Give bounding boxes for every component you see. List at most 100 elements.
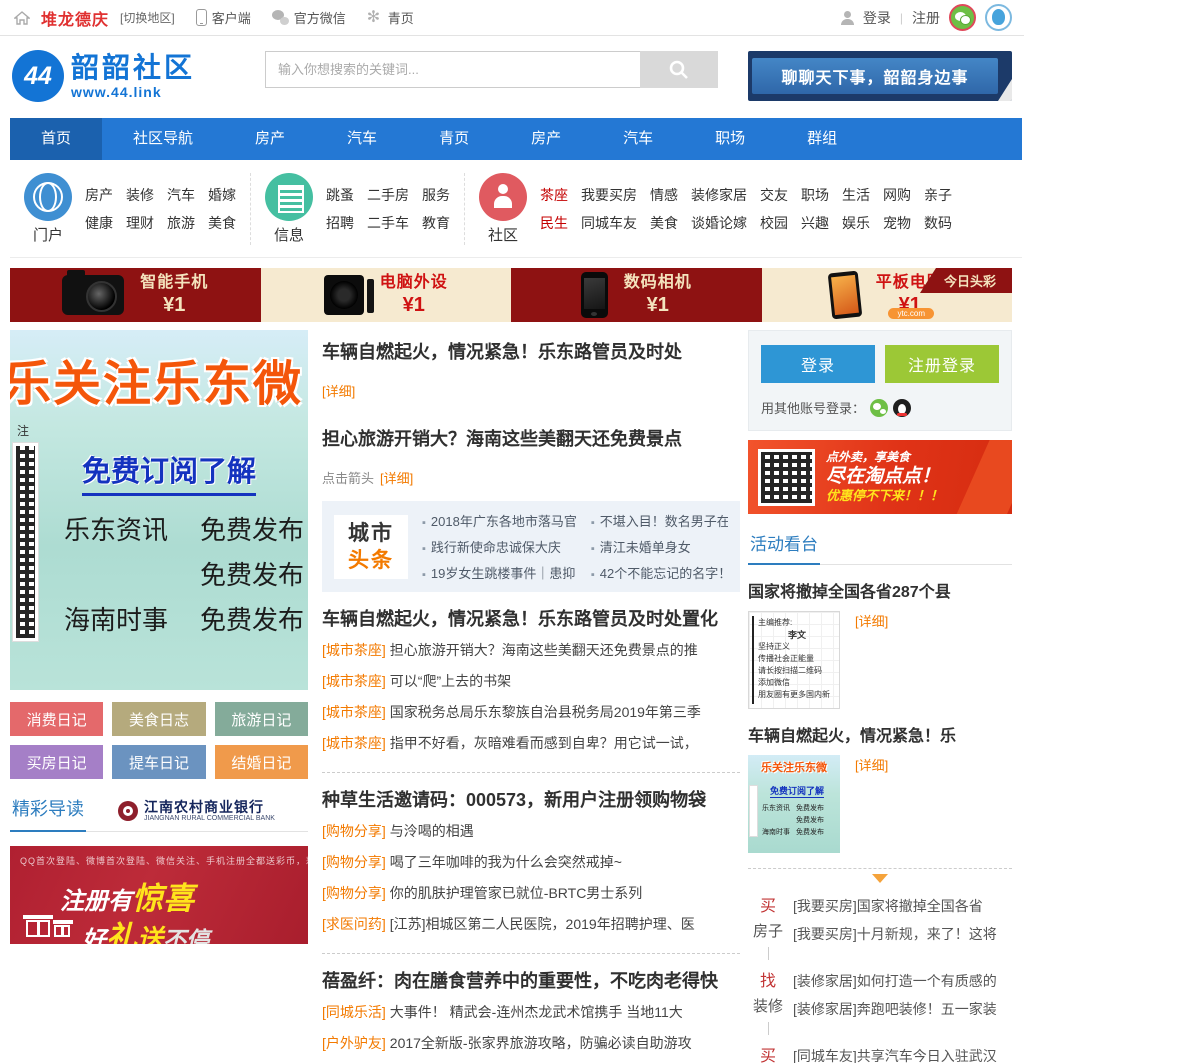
- detail-link-1[interactable]: [详细]: [322, 381, 740, 400]
- portal-link-房产[interactable]: 房产: [85, 185, 113, 205]
- portal-link-汽车[interactable]: 汽车: [167, 185, 195, 205]
- section-headline[interactable]: 种草生活邀请码：000573，新用户注册领购物袋: [322, 786, 740, 812]
- nav-item-6[interactable]: 汽车: [592, 118, 684, 160]
- login-button[interactable]: 登录: [761, 345, 875, 383]
- article-link[interactable]: [购物分享]喝了三年咖啡的我为什么会突然戒掉~: [322, 847, 740, 878]
- header-banner-ad[interactable]: 聊聊天下事，韶韶身边事: [748, 51, 1012, 101]
- portal-link-娱乐[interactable]: 娱乐: [842, 213, 870, 233]
- portal-link-交友[interactable]: 交友: [760, 185, 788, 205]
- search-button[interactable]: [640, 51, 718, 88]
- wechat-login-icon[interactable]: [949, 4, 976, 31]
- detail-link[interactable]: [详细]: [855, 755, 888, 853]
- headline-link[interactable]: 19岁女生跳楼事件｜患抑: [422, 563, 577, 582]
- register-link[interactable]: 注册: [912, 8, 940, 28]
- nav-item-5[interactable]: 房产: [500, 118, 592, 160]
- takeout-qr-ad[interactable]: 点外卖，享美食 尽在淘点点！ 优惠停不下来！！！: [748, 440, 1012, 514]
- tag-提车日记[interactable]: 提车日记: [112, 745, 205, 779]
- product-segment-1[interactable]: 电脑外设¥1: [261, 268, 512, 322]
- headline-link[interactable]: 不堪入目！数名男子在女: [591, 511, 728, 530]
- portal-link-谈婚论嫁[interactable]: 谈婚论嫁: [691, 213, 747, 233]
- article-link[interactable]: [购物分享]与泠喝的相遇: [322, 816, 740, 847]
- portal-link-健康[interactable]: 健康: [85, 213, 113, 233]
- tag-旅游日记[interactable]: 旅游日记: [215, 702, 308, 736]
- home-icon[interactable]: [14, 10, 30, 26]
- article-link[interactable]: [同城车友]共享汽车今日入驻武汉: [793, 1042, 1012, 1063]
- top-headline-1[interactable]: 车辆自燃起火，情况紧急！乐东路管员及时处: [322, 338, 740, 364]
- tag-消费日记[interactable]: 消费日记: [10, 702, 103, 736]
- portal-link-招聘[interactable]: 招聘: [326, 213, 354, 233]
- portal-link-校园[interactable]: 校园: [760, 213, 788, 233]
- article-link[interactable]: [城市茶座]可以“爬”上去的书架: [322, 666, 740, 697]
- wechat-mini-icon[interactable]: [870, 399, 888, 417]
- current-city[interactable]: 堆龙德庆: [41, 6, 109, 30]
- section-headline[interactable]: 车辆自燃起火，情况紧急！乐东路管员及时处置化: [322, 605, 740, 631]
- nav-item-3[interactable]: 汽车: [316, 118, 408, 160]
- article-link[interactable]: [我要买房]国家将撤掉全国各省: [793, 892, 1012, 920]
- article-link[interactable]: [同城乐活]大事件！ 精武会-连州杰龙武术馆携手 当地11大: [322, 997, 740, 1028]
- portal-link-二手车[interactable]: 二手车: [367, 213, 409, 233]
- article-link[interactable]: [户外驴友]2017全新版-张家界旅游攻略，防骗必读自助游攻: [322, 1028, 740, 1059]
- nav-item-7[interactable]: 职场: [684, 118, 776, 160]
- highlights-title[interactable]: 精彩导读: [10, 795, 86, 832]
- portal-link-同城车友[interactable]: 同城车友: [581, 213, 637, 233]
- portal-link-宠物[interactable]: 宠物: [883, 213, 911, 233]
- portal-link-跳蚤[interactable]: 跳蚤: [326, 185, 354, 205]
- portal-link-生活[interactable]: 生活: [842, 185, 870, 205]
- portal-link-旅游[interactable]: 旅游: [167, 213, 195, 233]
- tag-买房日记[interactable]: 买房日记: [10, 745, 103, 779]
- section-headline[interactable]: 蓓盈纤：肉在膳食营养中的重要性，不吃肉老得快: [322, 967, 740, 993]
- portal-link-装修[interactable]: 装修: [126, 185, 154, 205]
- portal-link-茶座[interactable]: 茶座: [540, 185, 568, 205]
- tag-结婚日记[interactable]: 结婚日记: [215, 745, 308, 779]
- nav-item-4[interactable]: 青页: [408, 118, 500, 160]
- portal-link-兴趣[interactable]: 兴趣: [801, 213, 829, 233]
- nav-item-1[interactable]: 社区导航: [102, 118, 224, 160]
- bank-logo-link[interactable]: 江南农村商业银行 JIANGNAN RURAL COMMERCIAL BANK: [118, 800, 275, 823]
- detail-link-2[interactable]: [详细]: [380, 468, 413, 487]
- article-link[interactable]: [城市茶座]国家税务总局乐东黎族自治县税务局2019年第三季: [322, 697, 740, 728]
- portal-link-美食[interactable]: 美食: [208, 213, 236, 233]
- article-link[interactable]: [城市茶座]指甲不好看，灰暗难看而感到自卑？用它试一试，: [322, 728, 740, 759]
- portal-link-职场[interactable]: 职场: [801, 185, 829, 205]
- headline-link[interactable]: 清江未婚单身女: [591, 537, 728, 556]
- article-link[interactable]: [我要买房]十月新规，来了！这将: [793, 920, 1012, 948]
- portal-link-美食[interactable]: 美食: [650, 213, 678, 233]
- nav-item-2[interactable]: 房产: [224, 118, 316, 160]
- wechat-official-link[interactable]: 官方微信: [272, 8, 346, 27]
- portal-link-装修家居[interactable]: 装修家居: [691, 185, 747, 205]
- news-thumbnail[interactable]: 乐关注乐东微免费订阅了解乐东资讯免费发布免费发布海南时事免费发布: [748, 755, 840, 853]
- activity-title[interactable]: 活动看台: [748, 530, 820, 565]
- expand-arrow-icon[interactable]: [872, 874, 888, 883]
- portal-link-教育[interactable]: 教育: [422, 213, 450, 233]
- article-link[interactable]: [装修家居]奔跑吧装修！五一家装: [793, 995, 1012, 1023]
- portal-link-数码[interactable]: 数码: [924, 213, 952, 233]
- search-input[interactable]: [265, 51, 640, 88]
- portal-link-网购[interactable]: 网购: [883, 185, 911, 205]
- article-link[interactable]: [求医问药][江苏]相城区第二人民医院，2019年招聘护理、医: [322, 909, 740, 940]
- portal-link-二手房[interactable]: 二手房: [367, 185, 409, 205]
- site-logo[interactable]: 44 韶韶社区 www.44.link: [12, 50, 195, 102]
- register-login-button[interactable]: 注册登录: [885, 345, 999, 383]
- portal-link-服务[interactable]: 服务: [422, 185, 450, 205]
- nav-item-0[interactable]: 首页: [10, 118, 102, 160]
- article-link[interactable]: [装修家居]如何打造一个有质感的: [793, 967, 1012, 995]
- login-link[interactable]: 登录: [863, 8, 891, 28]
- article-link[interactable]: [体育健身]2017年全国女排冠军赛首日比赛结果综述: [322, 1059, 740, 1063]
- left-poster-ad[interactable]: 乐关注乐东微 免费订阅了解 乐东资讯免费发布免费发布海南时事免费发布 注: [10, 330, 308, 690]
- product-segment-2[interactable]: 数码相机¥1: [511, 268, 762, 322]
- client-link[interactable]: 客户端: [196, 8, 251, 27]
- detail-link[interactable]: [详细]: [855, 611, 888, 709]
- portal-link-情感[interactable]: 情感: [650, 185, 678, 205]
- product-segment-0[interactable]: 智能手机¥1: [10, 268, 261, 322]
- qq-mini-icon[interactable]: [893, 399, 911, 417]
- qq-login-icon[interactable]: [985, 4, 1012, 31]
- tag-美食日志[interactable]: 美食日志: [112, 702, 205, 736]
- product-segment-3[interactable]: 平板电脑¥1今日头彩ytc.com: [762, 268, 1013, 322]
- news-headline[interactable]: 车辆自燃起火，情况紧急！乐: [748, 722, 1012, 746]
- article-link[interactable]: [购物分享]你的肌肤护理管家已就位-BRTC男士系列: [322, 878, 740, 909]
- top-headline-2[interactable]: 担心旅游开销大？海南这些美翻天还免费景点: [322, 425, 740, 451]
- portal-link-我要买房[interactable]: 我要买房: [581, 185, 637, 205]
- portal-link-婚嫁[interactable]: 婚嫁: [208, 185, 236, 205]
- news-thumbnail[interactable]: 主编推荐:李文坚持正义传播社会正能量请长按扫描二维码添加微信朋友圈有更多国内新: [748, 611, 840, 709]
- switch-region-link[interactable]: [切换地区]: [120, 9, 175, 26]
